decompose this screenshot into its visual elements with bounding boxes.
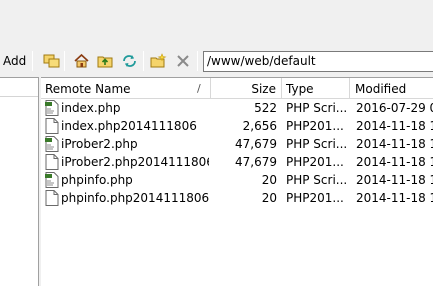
home-button[interactable] [72, 52, 90, 70]
parent-folder-button[interactable] [96, 52, 114, 70]
php-file-icon [45, 136, 59, 152]
local-panel [0, 77, 38, 286]
folder-up-icon [97, 56, 112, 68]
file-size: 47,679 [235, 137, 277, 151]
toolbar-separator [32, 51, 33, 71]
column-header-type[interactable]: Type [282, 78, 350, 99]
add-button[interactable]: Add [3, 54, 26, 68]
file-name: phpinfo.php [61, 173, 133, 187]
file-modified: 2014-11-18 1 [356, 119, 433, 133]
file-modified: 2014-11-18 1 [356, 191, 433, 205]
table-row[interactable]: index.php2014111806 2,656 PHP201... 2014-11… [41, 117, 433, 135]
refresh-icon [122, 55, 136, 67]
file-size: 47,679 [235, 155, 277, 169]
local-panel-header [0, 78, 38, 97]
file-icon [45, 118, 59, 134]
file-name: index.php [61, 101, 121, 115]
file-type: PHP201... [286, 119, 344, 133]
toolbar-separator [64, 51, 65, 71]
php-file-icon [45, 100, 59, 116]
new-folder-icon [150, 53, 167, 68]
column-header-modified[interactable]: Modified [350, 78, 433, 99]
sort-indicator: / [197, 82, 201, 95]
file-name: iProber2.php2014111806 [61, 155, 209, 169]
file-modified: 2014-11-18 1 [356, 155, 433, 169]
table-row[interactable]: phpinfo.php2014111806 20 PHP201... 2014-11-… [41, 189, 433, 207]
file-modified: 2014-11-18 1 [356, 137, 433, 151]
remote-path-input[interactable]: /www/web/default [203, 51, 433, 72]
copy-folder-icon [43, 54, 59, 68]
table-row[interactable]: index.php 522 PHP Scri... 2016-07-29 0 [41, 99, 433, 117]
remote-file-list: Remote Name / Size Type Modified index.p… [41, 77, 433, 286]
file-type: PHP Scri... [286, 101, 348, 115]
file-type: PHP201... [286, 155, 344, 169]
file-modified: 2014-11-18 1 [356, 173, 433, 187]
file-icon [45, 154, 59, 170]
file-name: iProber2.php [61, 137, 138, 151]
list-header: Remote Name / Size Type Modified [41, 78, 433, 99]
table-row[interactable]: iProber2.php 47,679 PHP Scri... 2014-11-18 … [41, 135, 433, 153]
window-top-area [0, 0, 433, 46]
file-size: 522 [254, 101, 277, 115]
column-header-size[interactable]: Size [211, 78, 282, 99]
copy-folder-button[interactable] [42, 52, 60, 70]
table-row[interactable]: iProber2.php2014111806 47,679 PHP201... 201… [41, 153, 433, 171]
file-name: phpinfo.php2014111806 [61, 191, 209, 205]
file-size: 2,656 [242, 119, 277, 133]
table-row[interactable]: phpinfo.php 20 PHP Scri... 2014-11-18 1 [41, 171, 433, 189]
column-header-name-label: Remote Name [45, 82, 131, 96]
delete-button[interactable] [174, 52, 192, 70]
refresh-button[interactable] [120, 52, 138, 70]
file-name: index.php2014111806 [61, 119, 197, 133]
file-type: PHP Scri... [286, 173, 348, 187]
new-folder-button[interactable] [149, 52, 167, 70]
column-header-name[interactable]: Remote Name / [41, 78, 211, 99]
delete-icon [176, 55, 189, 67]
file-size: 20 [261, 173, 277, 187]
file-modified: 2016-07-29 0 [356, 101, 433, 115]
php-file-icon [45, 172, 59, 188]
file-size: 20 [261, 191, 277, 205]
toolbar-separator [197, 51, 198, 71]
file-icon [45, 190, 59, 206]
file-type: PHP Scri... [286, 137, 348, 151]
file-type: PHP201... [286, 191, 344, 205]
toolbar-separator [143, 51, 144, 71]
home-icon [73, 53, 89, 68]
